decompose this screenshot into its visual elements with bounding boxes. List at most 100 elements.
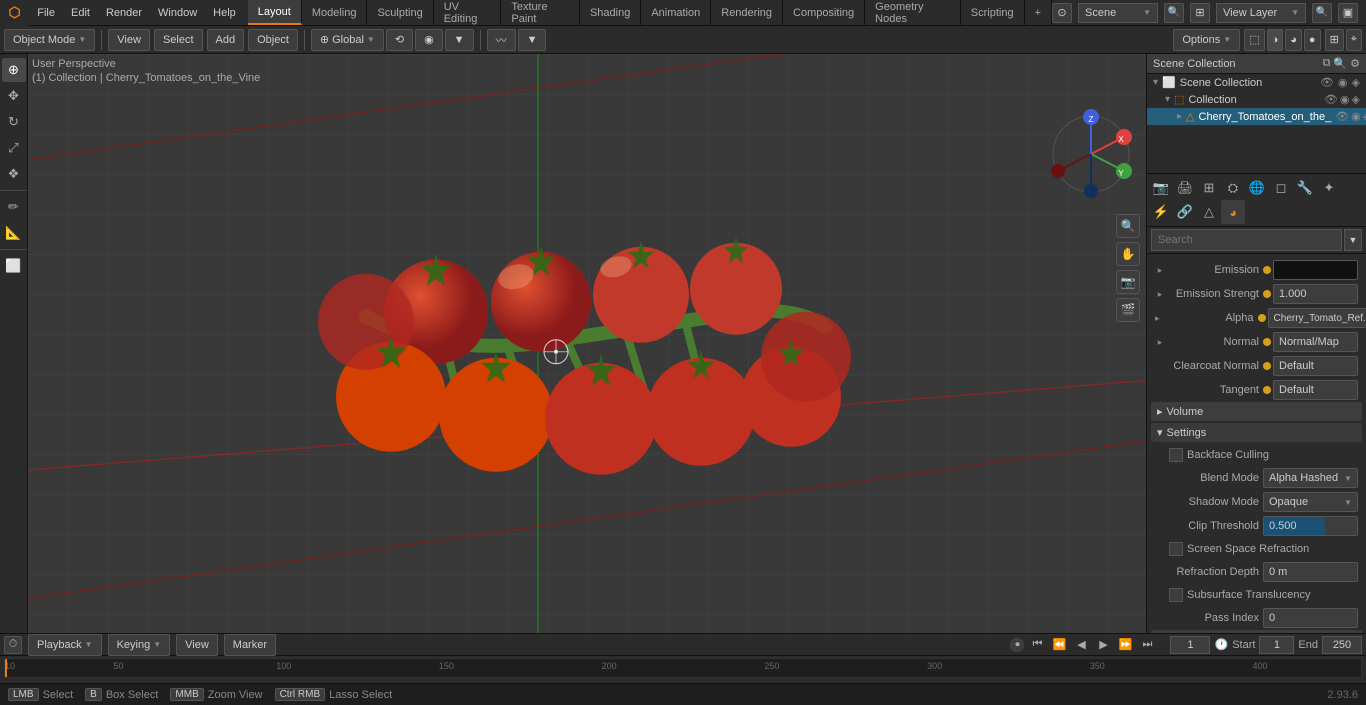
tab-rendering[interactable]: Rendering <box>711 0 783 25</box>
coll-render-btn[interactable]: ◈ <box>1352 93 1360 106</box>
tom-cam-btn[interactable]: ◉ <box>1351 110 1361 123</box>
playhead[interactable] <box>5 659 7 677</box>
start-frame-input[interactable] <box>1259 636 1294 654</box>
movie-btn[interactable]: 🎬 <box>1116 298 1140 322</box>
menu-file[interactable]: File <box>29 0 63 25</box>
grease-btn[interactable]: 〰 <box>487 29 516 51</box>
menu-help[interactable]: Help <box>205 0 244 25</box>
blend-mode-value[interactable]: Alpha Hashed ▼ <box>1263 468 1358 488</box>
scene-selector[interactable]: Scene ▼ <box>1078 3 1158 23</box>
clearcoat-value[interactable]: Default <box>1273 356 1358 376</box>
playback-btn[interactable]: Playback ▼ <box>28 634 102 656</box>
viewlayer-selector[interactable]: View Layer ▼ <box>1216 3 1306 23</box>
step-forward-btn[interactable]: ⏩ <box>1116 636 1134 654</box>
current-frame-input[interactable] <box>1170 636 1210 654</box>
tab-modeling[interactable]: Modeling <box>302 0 368 25</box>
alpha-arrow[interactable]: ▸ <box>1155 313 1160 323</box>
props-filter-btn[interactable]: ▼ <box>1344 229 1362 251</box>
tab-uv-editing[interactable]: UV Editing <box>434 0 502 25</box>
outliner-cherry-tomatoes[interactable]: ▸ △ Cherry_Tomatoes_on_the_ 👁 ◉ ◈ <box>1147 108 1366 125</box>
proportional-dropdown[interactable]: ▼ <box>445 29 474 51</box>
zoom-in-btn[interactable]: 🔍 <box>1116 214 1140 238</box>
timeline-type-btn[interactable]: ⏱ <box>4 636 22 654</box>
object-btn[interactable]: Object <box>248 29 298 51</box>
settings-section-header[interactable]: ▾ Settings <box>1151 423 1362 442</box>
marker-btn[interactable]: Marker <box>224 634 276 656</box>
wireframe-btn[interactable]: ⬚ <box>1244 29 1264 51</box>
emission-arrow[interactable]: ▸ <box>1155 265 1165 275</box>
tab-shading[interactable]: Shading <box>580 0 641 25</box>
tangent-value[interactable]: Default <box>1273 380 1358 400</box>
prop-particles-icon[interactable]: ✦ <box>1317 176 1341 200</box>
outliner-filter-btn[interactable]: ⧉ <box>1323 57 1331 70</box>
outliner-eye-btn[interactable]: 👁 <box>1320 76 1334 89</box>
tab-compositing[interactable]: Compositing <box>783 0 865 25</box>
menu-window[interactable]: Window <box>150 0 205 25</box>
sst-checkbox[interactable] <box>1169 588 1183 602</box>
prop-world-icon[interactable]: 🌐 <box>1245 176 1269 200</box>
prop-data-icon[interactable]: △ <box>1197 200 1221 224</box>
snap-btn[interactable]: ⟲ <box>386 29 413 51</box>
camera-view-btn[interactable]: 📷 <box>1116 270 1140 294</box>
prop-physics-icon[interactable]: ⚡ <box>1149 200 1173 224</box>
coll-eye-btn[interactable]: 👁 <box>1324 93 1338 106</box>
backface-checkbox[interactable] <box>1169 448 1183 462</box>
viewlayer-icon-btn[interactable]: ⊞ <box>1190 3 1210 23</box>
ssr-checkbox[interactable] <box>1169 542 1183 556</box>
outliner-scene-collection[interactable]: ▾ ⬜ Scene Collection 👁 ◉ ◈ <box>1147 74 1366 91</box>
pass-value[interactable]: 0 <box>1263 608 1358 628</box>
keying-btn[interactable]: Keying ▼ <box>108 634 171 656</box>
filter-btn[interactable]: ▣ <box>1338 3 1358 23</box>
tool-measure[interactable]: 📐 <box>2 221 26 245</box>
tab-animation[interactable]: Animation <box>641 0 711 25</box>
outliner-search-btn[interactable]: 🔍 <box>1333 57 1347 70</box>
tool-scale[interactable]: ⤢ <box>2 136 26 160</box>
tom-eye-btn[interactable]: 👁 <box>1335 110 1349 123</box>
material-btn[interactable]: ◕ <box>1285 29 1302 51</box>
prop-scene-icon[interactable]: ⛭ <box>1221 176 1245 200</box>
view-btn[interactable]: View <box>108 29 150 51</box>
normal-value[interactable]: Normal/Map <box>1273 332 1358 352</box>
prop-constraints-icon[interactable]: 🔗 <box>1173 200 1197 224</box>
play-reverse-btn[interactable]: ◀ <box>1072 636 1090 654</box>
play-btn[interactable]: ▶ <box>1094 636 1112 654</box>
prop-object-icon[interactable]: ◻ <box>1269 176 1293 200</box>
outliner-render-btn[interactable]: ◈ <box>1352 76 1360 89</box>
scene-icon-btn[interactable]: ⊙ <box>1052 3 1072 23</box>
strength-value[interactable]: 1.000 <box>1273 284 1358 304</box>
solid-btn[interactable]: ◑ <box>1267 29 1284 51</box>
prop-modifier-icon[interactable]: 🔧 <box>1293 176 1317 200</box>
proportional-btn[interactable]: ◉ <box>415 29 443 51</box>
shadow-mode-value[interactable]: Opaque ▼ <box>1263 492 1358 512</box>
timeline-track[interactable]: 10 50 100 150 200 250 300 350 400 <box>4 658 1362 678</box>
options-btn[interactable]: Options ▼ <box>1173 29 1240 51</box>
tool-annotate[interactable]: ✏ <box>2 195 26 219</box>
object-mode-btn[interactable]: Object Mode ▼ <box>4 29 95 51</box>
menu-render[interactable]: Render <box>98 0 150 25</box>
normal-arrow[interactable]: ▸ <box>1155 337 1165 347</box>
outliner-cam-btn[interactable]: ◉ <box>1338 76 1348 89</box>
transform-btn[interactable]: ⊕ Global ▼ <box>311 29 384 51</box>
clip-value[interactable]: 0.500 <box>1263 516 1358 536</box>
tab-layout[interactable]: Layout <box>248 0 302 25</box>
skip-end-btn[interactable]: ⏭ <box>1138 636 1156 654</box>
ref-value[interactable]: 0 m <box>1263 562 1358 582</box>
tool-move[interactable]: ✥ <box>2 84 26 108</box>
blender-logo-icon[interactable]: ⬡ <box>0 0 29 26</box>
coll-cam-btn[interactable]: ◉ <box>1340 93 1350 106</box>
prop-material-icon[interactable]: ◕ <box>1221 200 1245 224</box>
volume-section-header[interactable]: ▸ Volume <box>1151 402 1362 421</box>
step-back-btn[interactable]: ⏪ <box>1050 636 1068 654</box>
tab-scripting[interactable]: Scripting <box>961 0 1025 25</box>
overlay-btn[interactable]: ⊞ <box>1325 29 1344 51</box>
tab-texture-paint[interactable]: Texture Paint <box>501 0 580 25</box>
prop-output-icon[interactable]: 🖨 <box>1173 176 1197 200</box>
alpha-value[interactable]: Cherry_Tomato_Ref... <box>1268 308 1366 328</box>
viewport[interactable]: User Perspective (1) Collection | Cherry… <box>28 54 1146 633</box>
gizmo-btn[interactable]: ⌖ <box>1346 29 1362 51</box>
add-btn[interactable]: Add <box>207 29 245 51</box>
axis-gizmo[interactable]: X Y Z <box>1046 109 1136 199</box>
outliner-settings-btn[interactable]: ⚙ <box>1350 57 1360 70</box>
tool-rotate[interactable]: ↻ <box>2 110 26 134</box>
props-search-input[interactable] <box>1151 229 1342 251</box>
